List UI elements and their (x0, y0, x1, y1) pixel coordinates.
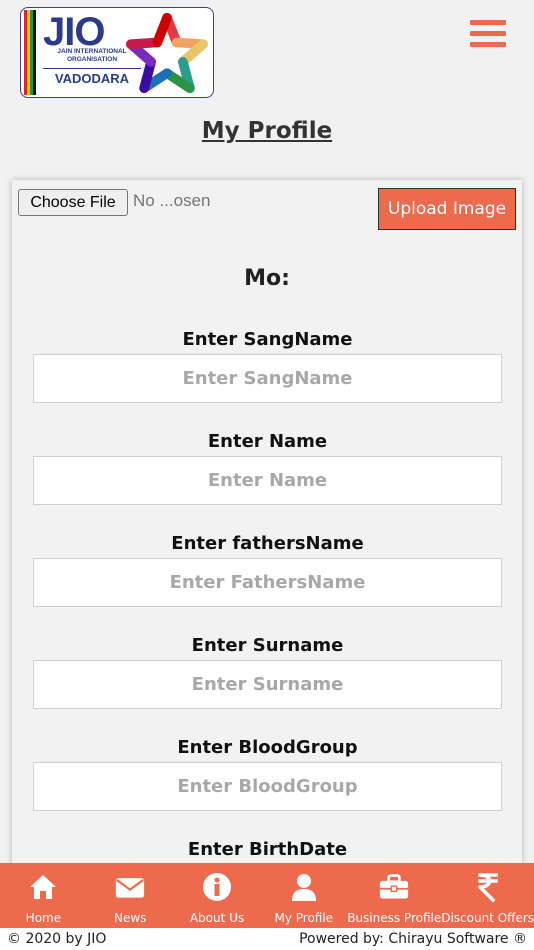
name-label: Enter Name (207, 431, 328, 452)
nav-item-my-profile[interactable]: My Profile (260, 863, 347, 928)
nav-label-about-us: About Us (189, 911, 245, 925)
fathersname-field: Enter fathersName (33, 532, 502, 607)
file-status-text: No ...osen (133, 191, 211, 210)
user-icon (291, 874, 316, 901)
nav-item-business-profile[interactable]: Business Profile (347, 863, 441, 928)
nav-label-home: Home (25, 911, 62, 925)
briefcase-icon (380, 874, 409, 899)
page-footer: © 2020 by JIO Powered by: Chirayu Softwa… (0, 928, 534, 950)
bloodgroup-label: Enter BloodGroup (177, 737, 358, 758)
name-input[interactable] (33, 456, 502, 505)
jio-logo[interactable]: JIO JAIN INTERNATIONAL ORGANISATION VADO… (20, 7, 214, 98)
star-logo-icon (126, 12, 208, 94)
upload-image-button[interactable]: Upload Image (378, 188, 516, 230)
app-header: JIO JAIN INTERNATIONAL ORGANISATION VADO… (0, 0, 534, 110)
flag-bar (24, 10, 36, 95)
nav-label-discount-offers: Discount Offers (441, 911, 534, 925)
surname-field: Enter Surname (33, 634, 502, 709)
surname-label: Enter Surname (191, 635, 344, 656)
nav-label-business-profile: Business Profile (347, 911, 442, 925)
nav-item-home[interactable]: Home (0, 863, 87, 928)
hamburger-icon-bar (470, 31, 506, 36)
menu-button[interactable] (470, 20, 506, 52)
fathersname-label: Enter fathersName (171, 533, 364, 554)
info-icon (202, 873, 231, 901)
powered-by-text: Powered by: Chirayu Software ® (299, 931, 527, 947)
nav-item-discount-offers[interactable]: Discount Offers (441, 863, 534, 928)
nav-item-about-us[interactable]: About Us (174, 863, 261, 928)
hamburger-icon-bar (470, 20, 506, 25)
sangname-field: Enter SangName (33, 328, 502, 403)
name-field: Enter Name (33, 430, 502, 505)
hamburger-icon-bar (470, 42, 506, 47)
sangname-label: Enter SangName (182, 329, 353, 350)
sangname-input[interactable] (33, 354, 502, 403)
bloodgroup-input[interactable] (33, 762, 502, 811)
surname-input[interactable] (33, 660, 502, 709)
bloodgroup-field: Enter BloodGroup (33, 736, 502, 811)
copyright-text: © 2020 by JIO (7, 931, 107, 947)
birthdate-label: Enter BirthDate (187, 839, 348, 860)
nav-item-news[interactable]: News (87, 863, 174, 928)
choose-file-button[interactable]: Choose File (18, 189, 128, 216)
nav-label-news: News (113, 911, 147, 925)
rupee-icon (477, 873, 498, 903)
home-icon (30, 875, 57, 899)
birthdate-field: Enter BirthDate (33, 838, 502, 862)
fathersname-input[interactable] (33, 558, 502, 607)
envelope-icon (116, 878, 145, 898)
mobile-number-label: Mo: (244, 266, 290, 291)
page-title: My Profile (201, 118, 333, 144)
bottom-navigation: Home News About Us My Profile Business P… (0, 863, 534, 928)
profile-card: Choose File No ...osen Upload Image Mo: … (12, 180, 522, 880)
nav-label-my-profile: My Profile (274, 911, 334, 925)
